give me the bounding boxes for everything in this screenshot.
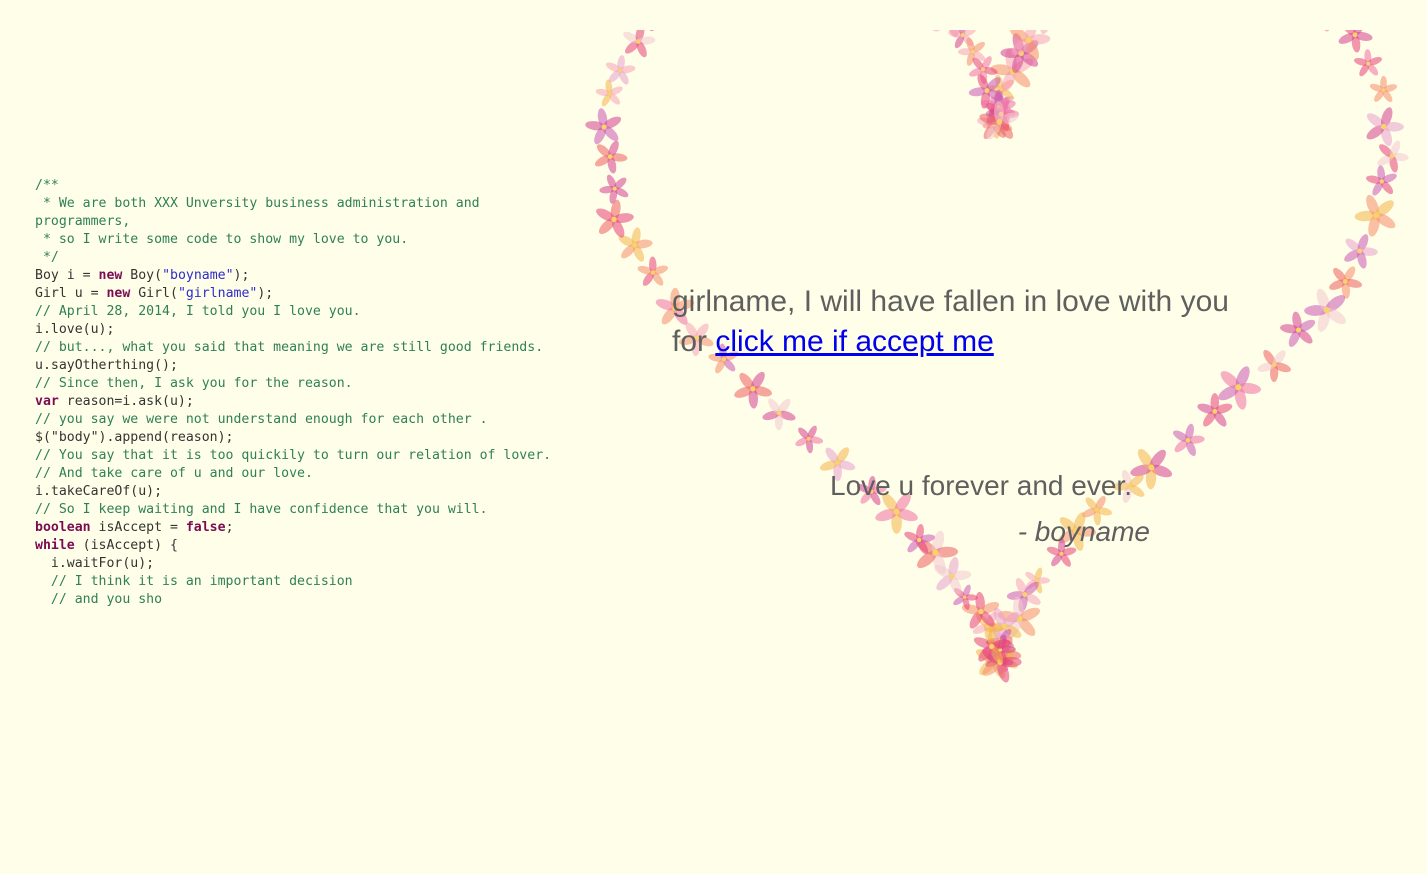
code-token: $("body").append(reason); bbox=[35, 430, 234, 445]
code-token: // Since then, I ask you for the reason. bbox=[35, 376, 353, 391]
code-token: "boyname" bbox=[162, 268, 234, 283]
code-token: false bbox=[185, 520, 226, 535]
love-message: girlname, I will have fallen in love wit… bbox=[672, 282, 1312, 362]
code-token: // April 28, 2014, I told you I love you… bbox=[35, 304, 361, 319]
code-token: Girl u = bbox=[35, 286, 107, 301]
code-token: * so I write some code to show my love t… bbox=[35, 232, 409, 247]
code-token: programmers, bbox=[35, 214, 131, 229]
code-line: // Since then, I ask you for the reason. bbox=[35, 375, 595, 393]
flower-icon bbox=[795, 425, 824, 454]
code-line: // And take care of u and our love. bbox=[35, 465, 595, 483]
code-line: // and you sho bbox=[35, 591, 595, 609]
code-token: Boy( bbox=[122, 268, 163, 283]
code-line: i.waitFor(u); bbox=[35, 555, 595, 573]
code-line: // April 28, 2014, I told you I love you… bbox=[35, 303, 595, 321]
code-token: (isAccept) { bbox=[74, 538, 178, 553]
code-token: i.waitFor(u); bbox=[35, 556, 155, 571]
code-token: // you say we were not understand enough… bbox=[35, 412, 488, 427]
code-line: boolean isAccept = false; bbox=[35, 519, 595, 537]
flower-icon bbox=[1354, 194, 1396, 237]
code-line: $("body").append(reason); bbox=[35, 429, 595, 447]
code-token: var bbox=[35, 394, 59, 409]
code-line: programmers, bbox=[35, 213, 595, 231]
code-token: // So I keep waiting and I have confiden… bbox=[35, 502, 488, 517]
flower-heart bbox=[585, 30, 1409, 683]
flower-icon bbox=[1366, 107, 1404, 147]
message-line-1: girlname, I will have fallen in love wit… bbox=[672, 285, 1229, 318]
code-line: // you say we were not understand enough… bbox=[35, 411, 595, 429]
flower-icon bbox=[1344, 234, 1378, 269]
closing-text: Love u forever and ever. bbox=[830, 470, 1132, 501]
code-token: u.sayOtherthing(); bbox=[35, 358, 178, 373]
code-token: while bbox=[35, 538, 75, 553]
flower-icon bbox=[605, 55, 636, 85]
code-token: // You say that it is too quickily to tu… bbox=[35, 448, 552, 463]
code-token: isAccept = bbox=[90, 520, 186, 535]
message-line-2-prefix: for bbox=[672, 325, 716, 358]
code-token: i.takeCareOf(u); bbox=[35, 484, 163, 499]
code-line: i.love(u); bbox=[35, 321, 595, 339]
code-token: ); bbox=[257, 286, 274, 301]
code-line: * so I write some code to show my love t… bbox=[35, 231, 595, 249]
code-line: var reason=i.ask(u); bbox=[35, 393, 595, 411]
code-token: "girlname" bbox=[177, 286, 258, 301]
code-token: new bbox=[106, 286, 131, 301]
code-token: i.love(u); bbox=[35, 322, 115, 337]
code-line: * We are both XXX Unversity business adm… bbox=[35, 195, 595, 213]
code-token: // but..., what you said that meaning we… bbox=[35, 340, 544, 355]
code-token: // and you sho bbox=[35, 592, 163, 607]
code-line: Girl u = new Girl("girlname"); bbox=[35, 285, 595, 303]
code-line: i.takeCareOf(u); bbox=[35, 483, 595, 501]
code-token: Girl( bbox=[130, 286, 178, 301]
code-block: /** * We are both XXX Unversity business… bbox=[35, 177, 595, 609]
code-line: while (isAccept) { bbox=[35, 537, 595, 555]
accept-link[interactable]: click me if accept me bbox=[715, 325, 993, 358]
code-line: u.sayOtherthing(); bbox=[35, 357, 595, 375]
code-token: Boy i = bbox=[35, 268, 99, 283]
code-token: ; bbox=[225, 520, 234, 535]
code-token: // I think it is an important decision bbox=[35, 574, 353, 589]
flower-icon bbox=[594, 140, 628, 174]
code-token: * We are both XXX Unversity business adm… bbox=[35, 196, 480, 211]
code-token: new bbox=[98, 268, 123, 283]
code-line: // So I keep waiting and I have confiden… bbox=[35, 501, 595, 519]
code-token: ); bbox=[233, 268, 250, 283]
code-token: boolean bbox=[35, 520, 91, 535]
code-line: // I think it is an important decision bbox=[35, 573, 595, 591]
flower-icon bbox=[585, 108, 622, 145]
code-token: reason=i.ask(u); bbox=[58, 394, 194, 409]
code-line: // but..., what you said that meaning we… bbox=[35, 339, 595, 357]
flower-icon bbox=[1369, 75, 1398, 103]
code-line: */ bbox=[35, 249, 595, 267]
code-line: Boy i = new Boy("boyname"); bbox=[35, 267, 595, 285]
code-line: // You say that it is too quickily to tu… bbox=[35, 447, 595, 465]
code-token: */ bbox=[35, 250, 59, 265]
code-line: /** bbox=[35, 177, 595, 195]
flower-icon bbox=[1173, 423, 1205, 457]
signature: - boyname bbox=[1017, 516, 1150, 547]
code-token: // And take care of u and our love. bbox=[35, 466, 313, 481]
code-token: /** bbox=[35, 178, 59, 193]
